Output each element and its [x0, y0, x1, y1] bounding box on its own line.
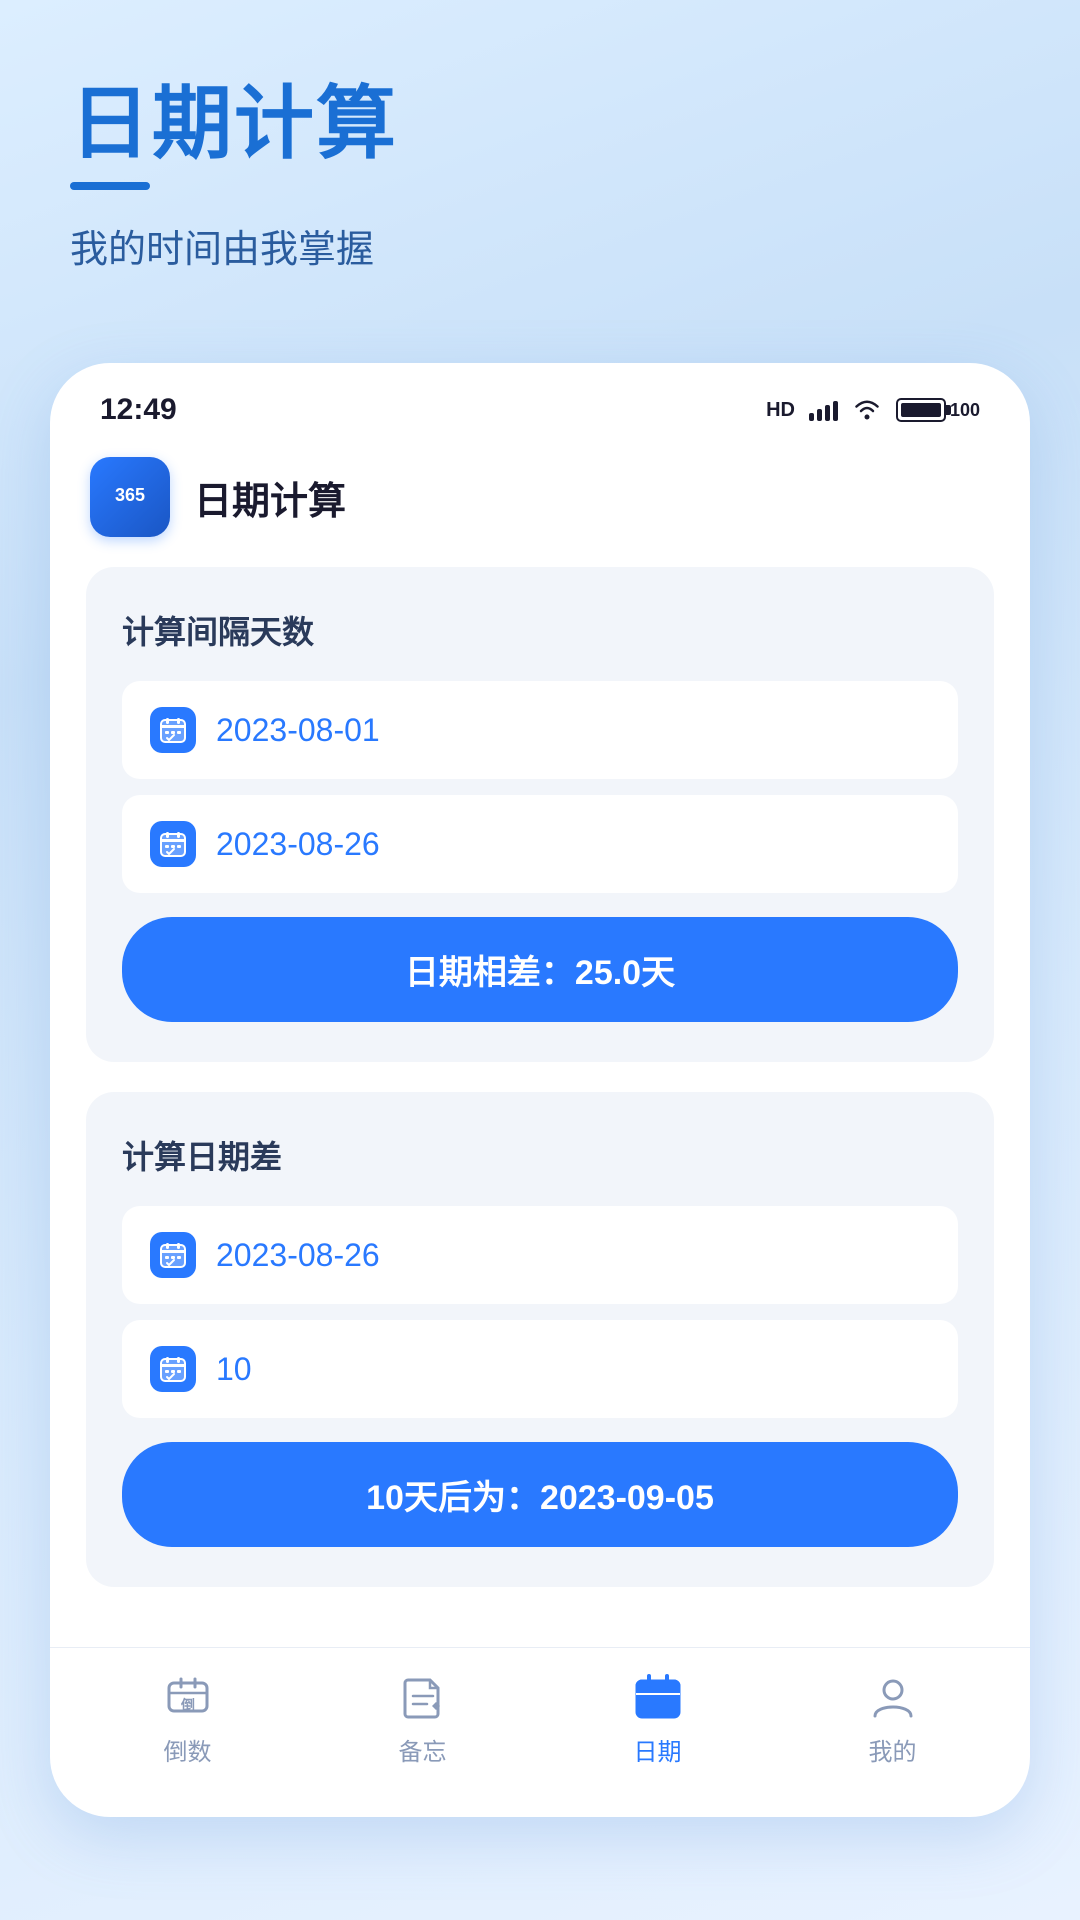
nav-label-countdown: 倒数 — [164, 1732, 212, 1767]
signal-icon — [809, 399, 838, 421]
date-input-2[interactable]: 2023-08-26 — [122, 795, 958, 893]
status-icons: HD 100 — [766, 398, 980, 422]
app-icon: 365 — [90, 457, 170, 537]
date-input-3[interactable]: 2023-08-26 — [122, 1206, 958, 1304]
content-area: 计算间隔天数 — [50, 567, 1030, 1587]
days-input[interactable]: 10 — [122, 1320, 958, 1418]
date-input-1[interactable]: 2023-08-01 — [122, 681, 958, 779]
app-header: 365 日期计算 — [50, 437, 1030, 567]
app-icon-365: 365 — [115, 485, 145, 507]
nav-item-date[interactable]: 日期 — [540, 1672, 775, 1767]
calendar-icon-4 — [150, 1346, 196, 1392]
nav-label-memo: 备忘 — [399, 1732, 447, 1767]
bottom-nav: 倒 倒数 备忘 — [50, 1647, 1030, 1787]
nav-item-memo[interactable]: 备忘 — [305, 1672, 540, 1767]
card1-title: 计算间隔天数 — [122, 607, 958, 653]
battery-icon — [896, 398, 946, 422]
result-btn-2[interactable]: 10天后为：2023-09-05 — [122, 1442, 958, 1547]
title-underline — [70, 182, 150, 190]
nav-item-mine[interactable]: 我的 — [775, 1672, 1010, 1767]
page-wrapper: 日期计算 我的时间由我掌握 12:49 HD — [0, 0, 1080, 1817]
hd-icon: HD — [766, 399, 795, 422]
result-btn-1[interactable]: 日期相差：25.0天 — [122, 917, 958, 1022]
status-time: 12:49 — [100, 393, 177, 427]
nav-label-date: 日期 — [634, 1732, 682, 1767]
date-value-1: 2023-08-01 — [216, 712, 380, 749]
nav-label-mine: 我的 — [869, 1732, 917, 1767]
page-title: 日期计算 — [70, 80, 1010, 168]
card-interval: 计算间隔天数 — [86, 567, 994, 1062]
countdown-icon: 倒 — [160, 1672, 216, 1722]
mine-icon — [865, 1672, 921, 1722]
result-text-1: 日期相差：25.0天 — [162, 945, 918, 994]
days-value: 10 — [216, 1351, 252, 1388]
memo-icon — [395, 1672, 451, 1722]
date-value-2: 2023-08-26 — [216, 826, 380, 863]
calendar-icon-3 — [150, 1232, 196, 1278]
result-text-2: 10天后为：2023-09-05 — [162, 1470, 918, 1519]
page-subtitle: 我的时间由我掌握 — [70, 218, 1010, 273]
wifi-icon — [852, 398, 882, 422]
phone-frame: 12:49 HD 100 — [50, 363, 1030, 1817]
calendar-icon-2 — [150, 821, 196, 867]
card-date-diff: 计算日期差 — [86, 1092, 994, 1587]
card2-title: 计算日期差 — [122, 1132, 958, 1178]
calendar-icon-1 — [150, 707, 196, 753]
nav-item-countdown[interactable]: 倒 倒数 — [70, 1672, 305, 1767]
battery-label: 100 — [950, 400, 980, 421]
svg-text:倒: 倒 — [180, 1697, 195, 1713]
date-value-3: 2023-08-26 — [216, 1237, 380, 1274]
page-header: 日期计算 我的时间由我掌握 — [0, 0, 1080, 313]
date-icon — [630, 1672, 686, 1722]
app-header-title: 日期计算 — [194, 470, 346, 525]
status-bar: 12:49 HD 100 — [50, 363, 1030, 437]
